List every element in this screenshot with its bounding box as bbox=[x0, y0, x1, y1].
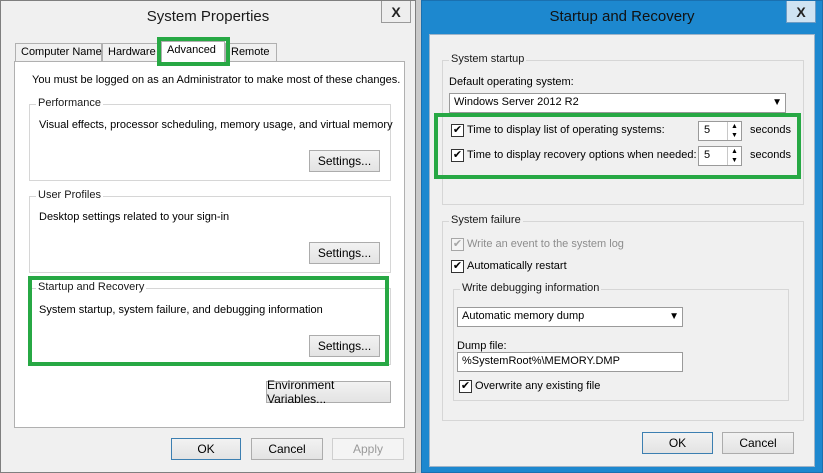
tab-computer-name[interactable]: Computer Name bbox=[15, 43, 102, 61]
time-recovery-label: Time to display recovery options when ne… bbox=[467, 149, 697, 161]
cancel-button[interactable]: Cancel bbox=[722, 432, 794, 454]
time-list-value: 5 bbox=[704, 124, 711, 136]
debug-info-label: Write debugging information bbox=[460, 282, 602, 294]
time-list-seconds: seconds bbox=[750, 124, 791, 136]
spin-up-icon[interactable]: ▲ bbox=[728, 147, 741, 156]
user-profiles-settings-button[interactable]: Settings... bbox=[309, 242, 380, 264]
time-recovery-value: 5 bbox=[704, 149, 711, 161]
performance-group: Performance Visual effects, processor sc… bbox=[29, 97, 393, 181]
startup-recovery-description: System startup, system failure, and debu… bbox=[39, 304, 323, 316]
spin-down-icon[interactable]: ▼ bbox=[728, 131, 741, 140]
close-button[interactable]: X bbox=[381, 1, 411, 23]
debug-type-select[interactable]: Automatic memory dump ▼ bbox=[457, 307, 683, 327]
tab-remote[interactable]: Remote bbox=[225, 43, 277, 61]
startup-recovery-window: Startup and Recovery X System startup De… bbox=[421, 0, 823, 473]
user-profiles-description: Desktop settings related to your sign-in bbox=[39, 211, 230, 223]
environment-variables-button[interactable]: Environment Variables... bbox=[266, 378, 391, 406]
window-title: Startup and Recovery bbox=[549, 8, 695, 25]
auto-restart-checkbox[interactable]: ✔ bbox=[451, 260, 464, 273]
time-recovery-seconds: seconds bbox=[750, 149, 791, 161]
overwrite-label: Overwrite any existing file bbox=[475, 380, 601, 392]
system-properties-window: System Properties X Computer Name Hardwa… bbox=[0, 0, 416, 473]
system-startup-group: System startup Default operating system:… bbox=[442, 53, 804, 205]
default-os-select[interactable]: Windows Server 2012 R2 ▼ bbox=[449, 93, 786, 113]
user-profiles-label: User Profiles bbox=[36, 189, 103, 201]
debug-type-value: Automatic memory dump bbox=[462, 310, 585, 322]
startup-recovery-group: Startup and Recovery System startup, sys… bbox=[29, 281, 391, 365]
startup-recovery-label: Startup and Recovery bbox=[36, 281, 147, 293]
default-os-value: Windows Server 2012 R2 bbox=[454, 96, 579, 108]
close-icon: X bbox=[796, 3, 806, 20]
write-event-checkbox[interactable]: ✔ bbox=[451, 238, 464, 251]
system-failure-group: System failure ✔ Write an event to the s… bbox=[442, 214, 804, 421]
default-os-label: Default operating system: bbox=[449, 76, 574, 88]
overwrite-checkbox[interactable]: ✔ bbox=[459, 380, 472, 393]
spin-down-icon[interactable]: ▼ bbox=[728, 156, 741, 165]
performance-description: Visual effects, processor scheduling, me… bbox=[39, 119, 393, 131]
spinner-buttons[interactable]: ▲ ▼ bbox=[727, 147, 741, 165]
cancel-button[interactable]: Cancel bbox=[251, 438, 323, 460]
ok-button[interactable]: OK bbox=[642, 432, 713, 454]
chevron-down-icon: ▼ bbox=[772, 97, 782, 108]
close-button[interactable]: X bbox=[786, 1, 816, 23]
performance-label: Performance bbox=[36, 97, 103, 109]
dump-file-label: Dump file: bbox=[457, 340, 507, 352]
time-list-label: Time to display list of operating system… bbox=[467, 124, 665, 136]
dialog-client-area: System startup Default operating system:… bbox=[429, 34, 815, 467]
advanced-tab-panel: You must be logged on as an Administrato… bbox=[14, 61, 405, 428]
title-bar[interactable]: System Properties X bbox=[1, 1, 415, 32]
title-bar[interactable]: Startup and Recovery X bbox=[422, 1, 822, 34]
performance-settings-button[interactable]: Settings... bbox=[309, 150, 380, 172]
admin-note: You must be logged on as an Administrato… bbox=[32, 74, 401, 86]
spinner-buttons[interactable]: ▲ ▼ bbox=[727, 122, 741, 140]
tab-advanced[interactable]: Advanced bbox=[161, 41, 225, 62]
auto-restart-label: Automatically restart bbox=[467, 260, 567, 272]
close-icon: X bbox=[391, 3, 401, 20]
dump-file-input[interactable]: %SystemRoot%\MEMORY.DMP bbox=[457, 352, 683, 372]
ok-button[interactable]: OK bbox=[171, 438, 241, 460]
debug-info-group: Write debugging information Automatic me… bbox=[453, 282, 789, 401]
apply-button[interactable]: Apply bbox=[332, 438, 404, 460]
startup-recovery-settings-button[interactable]: Settings... bbox=[309, 335, 380, 357]
chevron-down-icon: ▼ bbox=[669, 311, 679, 322]
tab-hardware[interactable]: Hardware bbox=[102, 43, 160, 61]
user-profiles-group: User Profiles Desktop settings related t… bbox=[29, 189, 391, 273]
time-recovery-checkbox[interactable]: ✔ bbox=[451, 149, 464, 162]
time-recovery-spinner[interactable]: 5 ▲ ▼ bbox=[698, 146, 742, 166]
system-startup-label: System startup bbox=[449, 53, 527, 65]
time-list-checkbox[interactable]: ✔ bbox=[451, 124, 464, 137]
spin-up-icon[interactable]: ▲ bbox=[728, 122, 741, 131]
write-event-label: Write an event to the system log bbox=[467, 238, 624, 250]
window-title: System Properties bbox=[146, 8, 270, 25]
time-list-spinner[interactable]: 5 ▲ ▼ bbox=[698, 121, 742, 141]
system-failure-label: System failure bbox=[449, 214, 523, 226]
